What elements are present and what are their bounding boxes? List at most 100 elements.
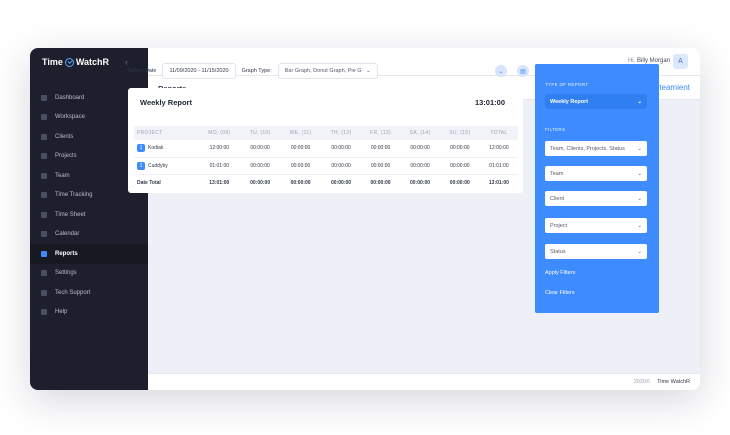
chevron-down-icon: ⌄ xyxy=(637,222,642,229)
column-header: WE, (11) xyxy=(279,126,322,140)
column-header: SU, (15) xyxy=(439,126,480,140)
time-cell: 12:00:00 xyxy=(198,140,241,158)
filter-row: Select Date 11/09/2020 - 11/15/2020 Grap… xyxy=(128,62,378,80)
projects-icon xyxy=(41,153,47,160)
date-total-row: Date Total 13:01:00 00:00:00 00:00:00 00:00:… xyxy=(134,174,518,191)
time-cell: 00:00:00 xyxy=(321,157,361,175)
filter-select-team[interactable]: Team ⌄ xyxy=(545,166,647,181)
project-name: Kodiak xyxy=(148,145,164,152)
sidebar-item-help[interactable]: Help xyxy=(30,303,148,323)
select-date-label: Select Date xyxy=(128,68,157,74)
sidebar-item-label: Team xyxy=(55,172,70,179)
print-icon: ▤ xyxy=(520,68,526,75)
project-badge: 1 xyxy=(137,161,145,170)
time-cell: 12:00:00 xyxy=(479,140,518,158)
chevron-down-icon: ⌄ xyxy=(637,248,642,255)
column-header: SA, (14) xyxy=(400,126,440,140)
chevron-down-icon: ⌄ xyxy=(366,68,371,74)
time-sheet-icon xyxy=(41,211,47,218)
time-cell: 00:00:00 xyxy=(400,140,440,158)
filter-select-value: Team xyxy=(550,170,564,177)
sidebar-item-reports[interactable]: Reports xyxy=(30,244,148,264)
total-cell: 00:00:00 xyxy=(290,179,311,186)
total-cell: 00:00:00 xyxy=(331,179,352,186)
filter-select-value: Project xyxy=(550,222,568,229)
time-cell: 01:01:00 xyxy=(479,157,518,175)
report-type-select[interactable]: Weekly Report ⌄ xyxy=(545,94,647,109)
column-header: TOTAL xyxy=(479,126,518,140)
sidebar-item-calendar[interactable]: Calendar xyxy=(30,225,148,245)
sidebar-item-label: Calendar xyxy=(55,231,80,238)
team-icon xyxy=(41,172,47,179)
total-cell: 13:01:00 xyxy=(488,179,509,186)
chevron-down-icon: ⌄ xyxy=(498,68,504,75)
filter-select-all[interactable]: Team, Clients, Projects, Status ⌄ xyxy=(545,141,647,156)
dropdown-toggle-button[interactable]: ⌄ xyxy=(495,65,507,77)
time-cell: 00:00:00 xyxy=(279,157,322,175)
project-name: Cuddyby xyxy=(148,162,168,169)
time-tracking-icon xyxy=(41,192,47,199)
clock-icon xyxy=(64,57,74,67)
sidebar-item-label: Workspace xyxy=(55,114,85,121)
settings-icon xyxy=(41,270,47,277)
column-header: TU, (10) xyxy=(240,126,280,140)
filter-select-status[interactable]: Status ⌄ xyxy=(545,244,647,259)
total-cell: 00:00:00 xyxy=(370,179,391,186)
footer: 2020© Time WatchR xyxy=(148,373,700,390)
filter-select-value: Client xyxy=(550,195,565,202)
brand-logo: teamient xyxy=(659,83,690,92)
sidebar-item-label: Projects xyxy=(55,153,77,160)
sidebar-item-label: Settings xyxy=(55,270,77,277)
reports-icon xyxy=(41,250,47,257)
table-row[interactable]: 1 Kodiak 12:00:00 00:00:00 00:00:00 00:00:00 0… xyxy=(134,140,518,158)
total-cell: 00:00:00 xyxy=(250,179,271,186)
apply-filters-button[interactable]: Apply Filters xyxy=(545,270,575,276)
chevron-down-icon: ⌄ xyxy=(637,195,642,202)
print-button[interactable]: ▤ xyxy=(517,65,529,77)
footer-app-name: Time WatchR xyxy=(657,379,690,385)
avatar[interactable]: A xyxy=(673,54,688,69)
sidebar-item-tech-support[interactable]: Tech Support xyxy=(30,283,148,303)
sidebar-item-label: Reports xyxy=(55,250,78,257)
time-cell: 00:00:00 xyxy=(360,140,401,158)
time-cell: 00:00:00 xyxy=(400,157,440,175)
graph-type-select[interactable]: Bar Graph, Donut Graph, Pie G ⌄ xyxy=(277,63,378,79)
logo-text-time: Time xyxy=(42,57,63,67)
dashboard-icon xyxy=(41,94,47,101)
column-header: TH, (12) xyxy=(321,126,361,140)
report-total: 13:01:00 xyxy=(474,98,505,107)
clear-filters-button[interactable]: Clear Filters xyxy=(545,290,575,296)
type-of-report-label: TYPE OF REPORT xyxy=(545,82,589,87)
column-header: MO, (09) xyxy=(198,126,241,140)
report-table: PROJECT MO, (09) TU, (10) WE, (11) TH, (12) F… xyxy=(134,126,518,191)
sidebar-item-time-sheet[interactable]: Time Sheet xyxy=(30,205,148,225)
sidebar-item-label: Dashboard xyxy=(55,94,85,101)
filter-select-value: Team, Clients, Projects, Status xyxy=(550,145,625,152)
filter-panel: TYPE OF REPORT Weekly Report ⌄ FILTERS T… xyxy=(535,64,659,313)
time-cell: 00:00:00 xyxy=(321,140,361,158)
total-cell: 00:00:00 xyxy=(410,179,431,186)
calendar-icon xyxy=(41,231,47,238)
time-cell: 00:00:00 xyxy=(240,157,280,175)
chevron-down-icon: ⌄ xyxy=(637,170,642,177)
sidebar-item-settings[interactable]: Settings xyxy=(30,264,148,284)
time-cell: 00:00:00 xyxy=(240,140,280,158)
filter-select-project[interactable]: Project ⌄ xyxy=(545,218,647,233)
footer-year: 2020© xyxy=(633,379,650,385)
chevron-down-icon: ⌄ xyxy=(637,145,642,152)
project-cell: 1 Kodiak xyxy=(134,140,199,158)
table-row[interactable]: 1 Cuddyby 01:01:00 00:00:00 00:00:00 00:00:00… xyxy=(134,157,518,175)
filters-label: FILTERS xyxy=(545,127,566,132)
workspace-icon xyxy=(41,114,47,121)
filter-select-client[interactable]: Client ⌄ xyxy=(545,191,647,206)
graph-type-value: Bar Graph, Donut Graph, Pie G xyxy=(284,68,362,74)
column-header: PROJECT xyxy=(134,126,199,140)
sidebar-item-label: Time Sheet xyxy=(55,211,86,218)
date-range-input[interactable]: 11/09/2020 - 11/15/2020 xyxy=(162,63,236,79)
time-cell: 00:00:00 xyxy=(439,140,480,158)
logo[interactable]: Time WatchR xyxy=(42,57,109,67)
sidebar-item-label: Help xyxy=(55,309,68,316)
time-cell: 00:00:00 xyxy=(439,157,480,175)
weekly-report-card: Weekly Report 13:01:00 PROJECT MO, (09) TU… xyxy=(128,88,523,193)
project-badge: 1 xyxy=(137,144,145,153)
